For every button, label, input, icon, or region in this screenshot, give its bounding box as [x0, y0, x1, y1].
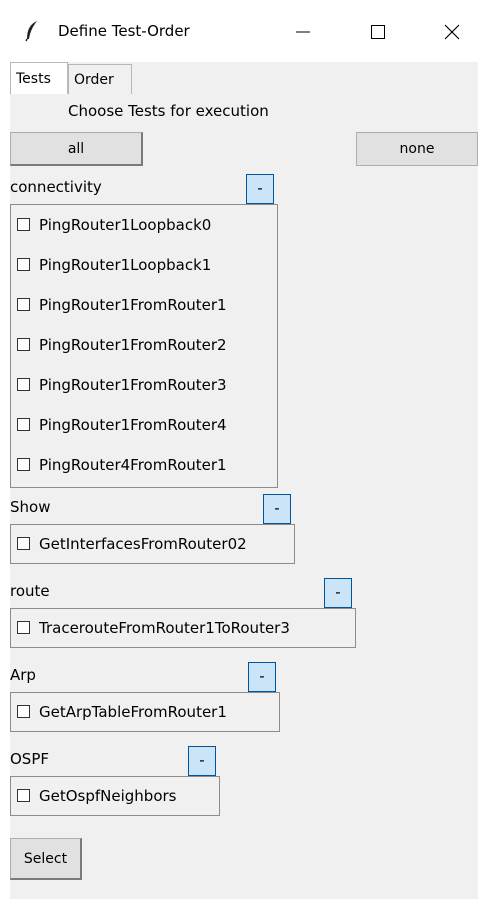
checkbox[interactable] [17, 537, 30, 550]
group-connectivity: connectivity - PingRouter1Loopback0 Ping… [10, 170, 278, 488]
test-label: PingRouter1FromRouter4 [39, 416, 227, 434]
test-checkbox-row[interactable]: GetInterfacesFromRouter02 [11, 525, 294, 565]
checkbox[interactable] [17, 458, 30, 471]
tab-bar: Tests Order [10, 62, 478, 94]
tab-order[interactable]: Order [68, 64, 132, 94]
collapse-button[interactable]: - [248, 662, 276, 692]
checkbox[interactable] [17, 338, 30, 351]
checkbox[interactable] [17, 218, 30, 231]
test-label: PingRouter4FromRouter1 [39, 456, 227, 474]
test-checkbox-row[interactable]: TracerouteFromRouter1ToRouter3 [11, 609, 355, 649]
checkbox[interactable] [17, 418, 30, 431]
group-show: Show - GetInterfacesFromRouter02 [10, 490, 295, 564]
group-header: connectivity - [10, 170, 278, 204]
group-name: Arp [10, 666, 36, 684]
group-route: route - TracerouteFromRouter1ToRouter3 [10, 574, 356, 648]
collapse-button[interactable]: - [188, 746, 216, 776]
test-checkbox-row[interactable]: PingRouter1FromRouter2 [11, 326, 277, 366]
select-all-button[interactable]: all [10, 132, 143, 166]
group-ospf: OSPF - GetOspfNeighbors [10, 742, 220, 816]
collapse-button[interactable]: - [324, 578, 352, 608]
test-checkbox-row[interactable]: PingRouter1Loopback0 [11, 206, 277, 246]
group-name: connectivity [10, 178, 102, 196]
checkbox[interactable] [17, 258, 30, 271]
test-label: PingRouter1Loopback1 [39, 256, 212, 274]
test-checkbox-row[interactable]: GetArpTableFromRouter1 [11, 693, 279, 733]
maximize-button[interactable] [358, 16, 398, 46]
window-title: Define Test-Order [58, 22, 190, 40]
test-checkbox-row[interactable]: GetOspfNeighbors [11, 777, 219, 817]
test-label: GetInterfacesFromRouter02 [39, 535, 247, 553]
checkbox[interactable] [17, 789, 30, 802]
maximize-icon [371, 25, 385, 39]
group-header: route - [10, 574, 356, 608]
close-button[interactable] [432, 16, 472, 46]
test-checkbox-row[interactable]: PingRouter4FromRouter1 [11, 446, 277, 486]
test-label: GetArpTableFromRouter1 [39, 703, 227, 721]
test-label: TracerouteFromRouter1ToRouter3 [39, 619, 290, 637]
select-button[interactable]: Select [10, 838, 82, 880]
test-label: PingRouter1FromRouter1 [39, 296, 227, 314]
group-test-list: TracerouteFromRouter1ToRouter3 [10, 608, 356, 648]
group-name: OSPF [10, 750, 50, 768]
close-icon [444, 24, 460, 40]
group-name: Show [10, 498, 51, 516]
test-checkbox-row[interactable]: PingRouter1FromRouter3 [11, 366, 277, 406]
minimize-icon [296, 31, 310, 33]
page-heading: Choose Tests for execution [68, 102, 269, 120]
collapse-button[interactable]: - [246, 174, 274, 204]
group-name: route [10, 582, 50, 600]
group-header: Show - [10, 490, 295, 524]
checkbox[interactable] [17, 705, 30, 718]
test-label: PingRouter1FromRouter3 [39, 376, 227, 394]
main-content: Tests Order Choose Tests for execution a… [10, 62, 478, 899]
checkbox[interactable] [17, 621, 30, 634]
feather-icon [25, 21, 37, 42]
tab-tests[interactable]: Tests [10, 62, 68, 94]
group-test-list: GetInterfacesFromRouter02 [10, 524, 295, 564]
group-test-list: PingRouter1Loopback0 PingRouter1Loopback… [10, 204, 278, 488]
test-checkbox-row[interactable]: PingRouter1FromRouter1 [11, 286, 277, 326]
group-test-list: GetArpTableFromRouter1 [10, 692, 280, 732]
select-none-button[interactable]: none [356, 132, 478, 166]
test-label: PingRouter1Loopback0 [39, 216, 212, 234]
title-bar[interactable]: Define Test-Order [0, 0, 478, 62]
group-header: Arp - [10, 658, 280, 692]
checkbox[interactable] [17, 298, 30, 311]
minimize-button[interactable] [283, 16, 323, 46]
collapse-button[interactable]: - [263, 494, 291, 524]
group-test-list: GetOspfNeighbors [10, 776, 220, 816]
test-checkbox-row[interactable]: PingRouter1Loopback1 [11, 246, 277, 286]
test-label: PingRouter1FromRouter2 [39, 336, 227, 354]
group-arp: Arp - GetArpTableFromRouter1 [10, 658, 280, 732]
test-label: GetOspfNeighbors [39, 787, 177, 805]
checkbox[interactable] [17, 378, 30, 391]
test-checkbox-row[interactable]: PingRouter1FromRouter4 [11, 406, 277, 446]
group-header: OSPF - [10, 742, 220, 776]
